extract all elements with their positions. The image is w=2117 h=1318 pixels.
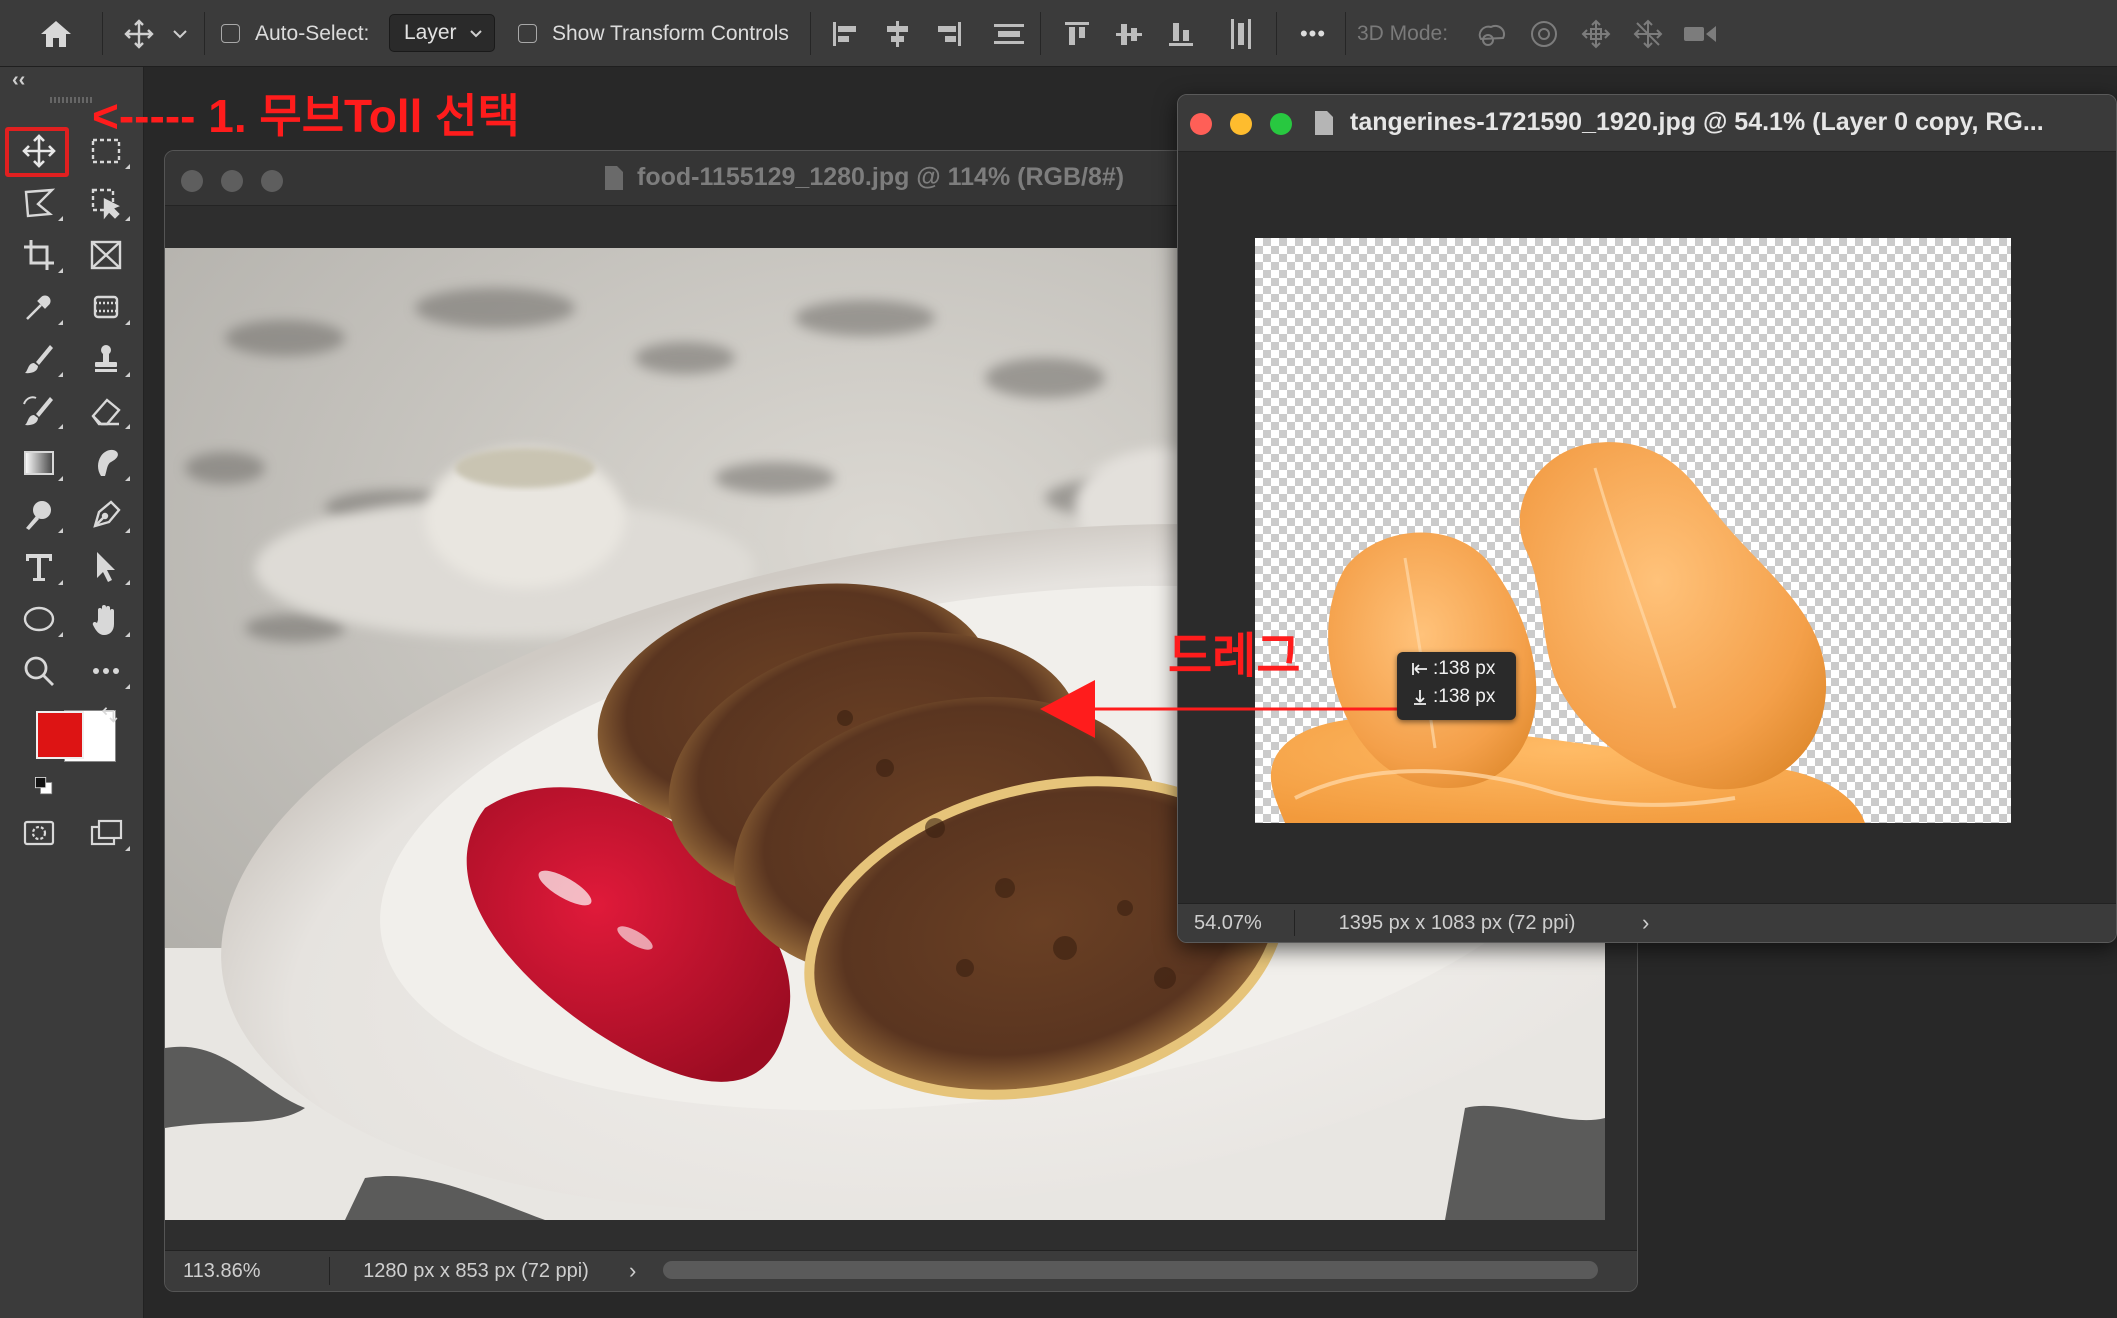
roll-3d-icon[interactable] — [1524, 0, 1564, 67]
three-d-mode-label: 3D Mode: — [1357, 21, 1449, 45]
slide-3d-icon[interactable] — [1628, 0, 1668, 67]
distribute-horizontal-icon[interactable] — [990, 0, 1028, 67]
close-button[interactable] — [1190, 113, 1212, 135]
crop-tool-icon[interactable] — [13, 232, 65, 278]
lasso-tool-icon[interactable] — [13, 180, 65, 226]
horizontal-scrollbar[interactable] — [663, 1261, 1598, 1279]
quick-mask-icon[interactable] — [13, 810, 65, 856]
food-status-menu-arrow[interactable]: › — [629, 1251, 636, 1291]
smudge-tool-icon[interactable] — [80, 440, 132, 486]
swap-colors-icon[interactable] — [96, 704, 124, 732]
path-selection-icon[interactable] — [80, 544, 132, 590]
align-horizontal-centers-icon[interactable] — [878, 0, 916, 67]
home-icon[interactable] — [30, 0, 82, 67]
default-colors-icon[interactable] — [30, 772, 58, 800]
pen-tool-icon[interactable] — [80, 492, 132, 538]
tangerine-window-title: tangerines-1721590_1920.jpg @ 54.1% (Lay… — [1350, 108, 2044, 136]
vertical-offset-icon — [1414, 690, 1426, 705]
tangerine-status-bar: 54.07% 1395 px x 1083 px (72 ppi) › — [1178, 903, 2116, 942]
align-right-edges-icon[interactable] — [930, 0, 968, 67]
eraser-icon[interactable] — [80, 388, 132, 434]
food-window-title: food-1155129_1280.jpg @ 114% (RGB/8#) — [637, 163, 1125, 191]
close-button[interactable] — [181, 170, 203, 192]
minimize-button[interactable] — [1230, 113, 1252, 135]
align-bottom-edges-icon[interactable] — [1162, 0, 1200, 67]
collapse-panel-button[interactable]: ‹‹ — [12, 69, 25, 92]
minimize-button[interactable] — [221, 170, 243, 192]
pan-3d-icon[interactable] — [1576, 0, 1616, 67]
food-status-bar: 113.86% 1280 px x 853 px (72 ppi) › — [165, 1250, 1637, 1291]
tangerine-zoom-level[interactable]: 54.07% — [1194, 904, 1262, 942]
dodge-tool-icon[interactable] — [13, 492, 65, 538]
tangerine-doc-info[interactable]: 1395 px x 1083 px (72 ppi) — [1296, 904, 1618, 942]
vertical-offset-value: :138 px — [1433, 686, 1496, 707]
preset-chevron-down-icon[interactable] — [166, 0, 194, 67]
maximize-button[interactable] — [1270, 113, 1292, 135]
orbit-3d-icon[interactable] — [1472, 0, 1512, 67]
more-options-button[interactable]: ••• — [1290, 0, 1336, 67]
drag-arrow — [1040, 680, 1430, 738]
align-vertical-centers-icon[interactable] — [1110, 0, 1148, 67]
stamp-tool-icon[interactable] — [80, 336, 132, 382]
tangerine-status-menu-arrow[interactable]: › — [1642, 904, 1649, 942]
edit-toolbar-icon[interactable] — [80, 648, 132, 694]
move-measurement-tooltip: :138 px :138 px — [1397, 652, 1516, 720]
eyedropper-icon[interactable] — [13, 284, 65, 330]
frame-tool-icon[interactable] — [80, 232, 132, 278]
foreground-color-swatch[interactable] — [36, 711, 84, 759]
object-selection-icon[interactable] — [80, 180, 132, 226]
horizontal-offset-icon — [1412, 663, 1427, 675]
patch-tool-icon[interactable] — [80, 284, 132, 330]
hand-tool-icon[interactable] — [80, 596, 132, 642]
show-transform-label: Show Transform Controls — [552, 21, 789, 45]
scale-3d-camera-icon[interactable] — [1680, 0, 1720, 67]
auto-select-label: Auto-Select: — [255, 21, 370, 45]
options-bar: Auto-Select: Layer Show Transform Contro… — [0, 0, 2117, 67]
auto-select-value: Layer — [404, 21, 457, 44]
tangerine-window-titlebar[interactable]: tangerines-1721590_1920.jpg @ 54.1% (Lay… — [1178, 95, 2116, 152]
auto-select-checkbox[interactable] — [218, 0, 242, 67]
distribute-vertical-icon[interactable] — [1222, 0, 1260, 67]
document-icon — [1315, 111, 1333, 135]
maximize-button[interactable] — [261, 170, 283, 192]
food-zoom-level[interactable]: 113.86% — [183, 1251, 260, 1291]
move-tool-preset-icon[interactable] — [118, 0, 160, 67]
show-transform-checkbox[interactable] — [515, 0, 539, 67]
step1-annotation: <----- 1. 무브Toll 선택 — [92, 90, 520, 142]
move-tool-highlight — [5, 127, 69, 177]
tangerine-document-window[interactable]: tangerines-1721590_1920.jpg @ 54.1% (Lay… — [1177, 94, 2117, 943]
align-left-edges-icon[interactable] — [826, 0, 864, 67]
panel-grip[interactable] — [50, 97, 92, 103]
horizontal-offset-value: :138 px — [1433, 658, 1496, 679]
auto-select-dropdown[interactable]: Layer — [389, 14, 495, 52]
gradient-tool-icon[interactable] — [13, 440, 65, 486]
document-icon — [605, 166, 623, 190]
ellipse-tool-icon[interactable] — [13, 596, 65, 642]
food-doc-info[interactable]: 1280 px x 853 px (72 ppi) — [331, 1251, 621, 1291]
align-top-edges-icon[interactable] — [1058, 0, 1096, 67]
brush-tool-icon[interactable] — [13, 336, 65, 382]
chevron-down-icon — [470, 30, 482, 38]
type-tool-icon[interactable] — [13, 544, 65, 590]
history-brush-icon[interactable] — [13, 388, 65, 434]
screen-mode-icon[interactable] — [80, 810, 132, 856]
zoom-tool-icon[interactable] — [13, 648, 65, 694]
